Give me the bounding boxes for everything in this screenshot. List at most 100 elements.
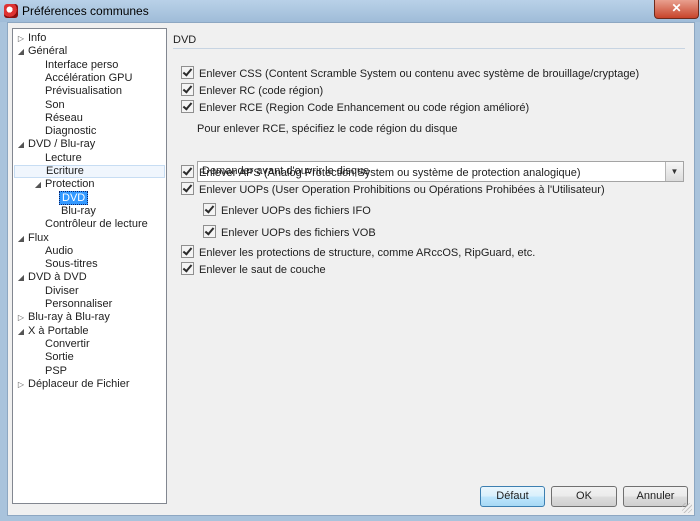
dialog-body: ▷ Info ◢ Général Interface perso Accélération… [7,22,695,516]
tree-item[interactable]: Diagnostic [33,125,98,138]
checkbox-label: Enlever APS (Analog Protection System ou… [199,167,581,179]
default-button[interactable]: Défaut [480,486,545,507]
tree-item-label: DVD à DVD [28,271,87,284]
chevron-down-icon[interactable]: ▼ [665,162,683,181]
tree-item-label: Déplaceur de Fichier [28,377,130,390]
tree-item[interactable]: DVD [49,190,89,205]
collapse-arrow-icon[interactable]: ◢ [16,138,26,151]
tree-item-label: Flux [28,231,49,244]
tree-item-label: Blu-ray [61,204,96,217]
checkbox-remove-rce[interactable]: Enlever RCE (Region Code Enhancement ou … [181,100,529,114]
tree-item[interactable]: PSP [33,365,69,378]
tree-item-label: X à Portable [28,324,89,337]
rce-region-prompt: Pour enlever RCE, spécifiez le code régi… [197,123,458,135]
tree-item-label: Info [28,32,47,44]
checkbox-label: Enlever UOPs des fichiers VOB [221,227,376,239]
tree-item[interactable]: ◢ Général [16,45,69,58]
cancel-button[interactable]: Annuler [623,486,688,507]
tree-item-label: Personnaliser [45,298,113,310]
tree-item[interactable]: ◢ Protection [33,178,97,191]
collapse-arrow-icon[interactable]: ◢ [33,178,43,191]
collapse-arrow-icon[interactable]: ◢ [16,45,26,58]
settings-tree[interactable]: ▷ Info ◢ Général Interface perso Accélération… [12,28,167,504]
checkbox-checked-icon[interactable] [181,262,194,275]
tree-item[interactable]: Audio [33,245,75,258]
checkbox-label: Enlever les protections de structure, co… [199,247,536,259]
tree-item[interactable]: Prévisualisation [33,85,124,98]
tree-item[interactable]: Sortie [33,351,76,364]
tree-item[interactable]: Blu-ray [49,205,98,218]
tree-item[interactable]: Réseau [33,112,85,125]
tree-item-label: PSP [45,364,68,377]
tree-item-label: Général [28,45,68,58]
checkbox-uops-vob[interactable]: Enlever UOPs des fichiers VOB [203,225,376,239]
tree-item[interactable]: ◢ Flux [16,232,51,245]
tree-item-label: Prévisualisation [45,85,123,98]
checkbox-checked-icon[interactable] [203,225,216,238]
tree-item-label: Sortie [45,351,74,364]
tree-item-label: Réseau [45,111,83,124]
window-title: Préférences communes [22,4,149,18]
preferences-window: Préférences communes ✕ ▷ Info ◢ Général Inte… [0,0,700,521]
tree-item-label: DVD / Blu-ray [28,138,96,151]
tree-item[interactable]: ◢ DVD / Blu-ray [16,138,97,151]
checkbox-label: Enlever RC (code région) [199,85,324,97]
tree-item[interactable]: Personnaliser [33,298,114,311]
expand-arrow-icon[interactable]: ▷ [16,311,26,324]
tree-item-label: Interface perso [45,58,119,71]
checkbox-checked-icon[interactable] [181,100,194,113]
tree-item[interactable]: ▷ Blu-ray à Blu-ray [16,311,112,324]
checkbox-remove-rc[interactable]: Enlever RC (code région) [181,83,323,97]
title-bar[interactable]: Préférences communes ✕ [0,0,700,22]
checkbox-uops-ifo[interactable]: Enlever UOPs des fichiers IFO [203,203,371,217]
checkbox-checked-icon[interactable] [181,245,194,258]
tree-item-label: Ecriture [46,165,84,177]
tree-item-label: Convertir [45,337,90,350]
tree-item-label: Accélération GPU [45,71,133,84]
collapse-arrow-icon[interactable]: ◢ [16,232,26,245]
close-button[interactable]: ✕ [654,0,699,19]
tree-item[interactable]: ▷ Déplaceur de Fichier [16,378,132,391]
tree-item[interactable]: Ecriture [14,165,165,178]
checkbox-remove-aps[interactable]: Enlever APS (Analog Protection System ou… [181,165,581,179]
ok-button[interactable]: OK [551,486,617,507]
tree-item[interactable]: Lecture [33,152,84,165]
tree-item-label: Sous-titres [45,258,98,271]
tree-item[interactable]: ◢ DVD à DVD [16,271,89,284]
collapse-arrow-icon[interactable]: ◢ [16,271,26,284]
checkbox-checked-icon[interactable] [203,203,216,216]
expand-arrow-icon[interactable]: ▷ [16,378,26,391]
tree-item-label: Son [45,98,65,111]
checkbox-remove-layer-break[interactable]: Enlever le saut de couche [181,262,326,276]
tree-item-label: Diagnostic [45,125,97,138]
tree-item-label: Diviser [45,284,79,297]
tree-item[interactable]: Convertir [33,338,92,351]
tree-item[interactable]: Son [33,99,67,112]
resize-grip[interactable] [682,503,692,513]
checkbox-remove-css[interactable]: Enlever CSS (Content Scramble System ou … [181,66,639,80]
checkbox-checked-icon[interactable] [181,182,194,195]
tree-item[interactable]: ◢ X à Portable [16,325,91,338]
tree-item-label: Contrôleur de lecture [45,218,148,231]
tree-item[interactable]: Diviser [33,285,81,298]
tree-item[interactable]: Sous-titres [33,258,100,271]
checkbox-checked-icon[interactable] [181,66,194,79]
checkbox-label: Enlever UOPs des fichiers IFO [221,205,371,217]
checkbox-checked-icon[interactable] [181,83,194,96]
tree-item[interactable]: ▷ Info [16,32,48,45]
tree-item-label: Protection [45,178,95,191]
tree-item[interactable]: Interface perso [33,59,120,72]
tree-item-label: Lecture [45,151,82,164]
section-divider [173,48,685,49]
checkbox-remove-uops[interactable]: Enlever UOPs (User Operation Prohibition… [181,182,605,196]
app-icon [4,4,18,18]
checkbox-label: Enlever CSS (Content Scramble System ou … [199,68,640,80]
tree-item[interactable]: Accélération GPU [33,72,134,85]
expand-arrow-icon[interactable]: ▷ [16,32,26,45]
collapse-arrow-icon[interactable]: ◢ [16,325,26,338]
tree-item[interactable]: Contrôleur de lecture [33,218,150,231]
checkbox-checked-icon[interactable] [181,165,194,178]
checkbox-remove-structure[interactable]: Enlever les protections de structure, co… [181,245,535,259]
section-title: DVD [173,34,197,46]
tree-item-label: Audio [45,244,74,257]
